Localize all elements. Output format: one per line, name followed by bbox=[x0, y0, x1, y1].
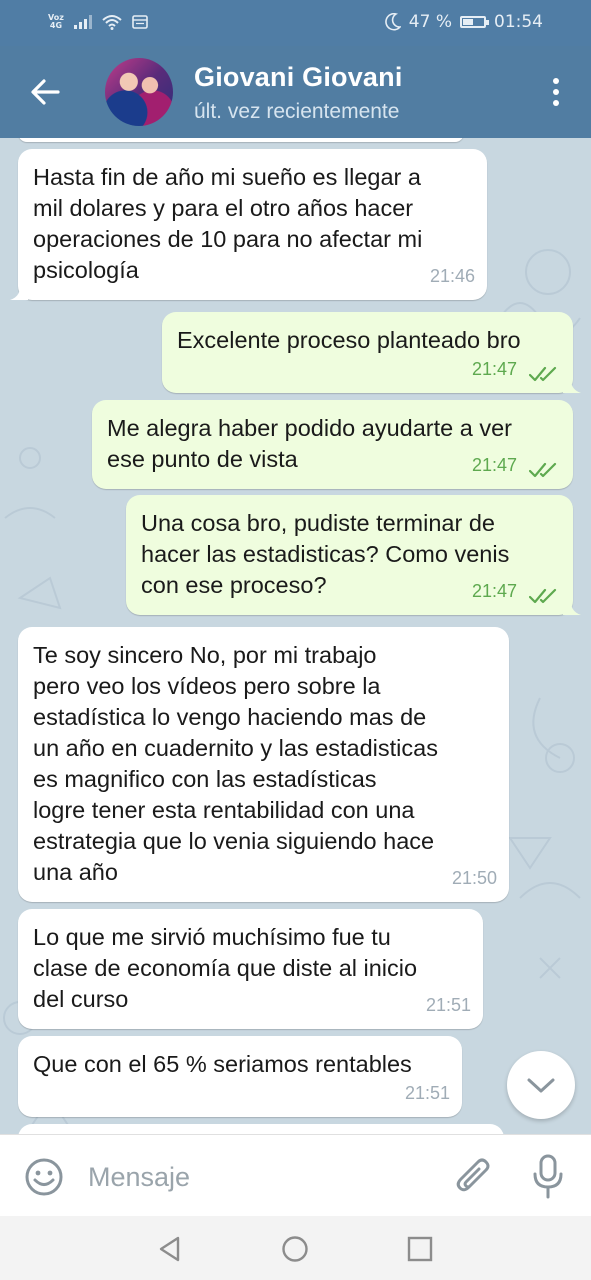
message-text: Excelente proceso planteado bro bbox=[177, 327, 521, 353]
chat-header: Giovani Giovani últ. vez recientemente bbox=[0, 46, 591, 138]
incoming-message[interactable]: Que con el 65 % seriamos rentables 21:51 bbox=[18, 1036, 462, 1117]
incoming-message[interactable]: Lo que me sirvió muchísimo fue tu clase … bbox=[18, 909, 483, 1029]
circle-home-icon[interactable] bbox=[280, 1234, 310, 1264]
incoming-message[interactable]: Te soy sincero No, por mi trabajo pero v… bbox=[18, 627, 509, 902]
message-bubble-clipped bbox=[18, 138, 464, 142]
message-list[interactable]: Hasta fin de año mi sueño es llegar a mi… bbox=[0, 138, 591, 1134]
back-arrow-icon[interactable] bbox=[28, 76, 64, 108]
system-navigation-bar bbox=[0, 1216, 591, 1280]
chevron-down-icon bbox=[527, 1078, 555, 1093]
message-input[interactable] bbox=[86, 1155, 430, 1199]
wifi-icon bbox=[102, 15, 122, 30]
message-time: 21:51 bbox=[404, 1083, 450, 1103]
message-time: 21:47 bbox=[471, 455, 517, 475]
square-recents-icon[interactable] bbox=[405, 1234, 435, 1264]
read-checkmarks-icon bbox=[529, 366, 557, 382]
status-bar: Voz 4G 47 % 01:54 bbox=[0, 0, 591, 46]
message-text: Lo que me sirvió muchísimo fue tu clase … bbox=[33, 924, 418, 1012]
message-time: 21:50 bbox=[451, 868, 497, 888]
smile-icon[interactable] bbox=[24, 1157, 64, 1197]
moon-icon bbox=[385, 13, 401, 31]
volte-indicator: Voz 4G bbox=[48, 13, 64, 30]
more-options-icon[interactable] bbox=[551, 78, 561, 108]
scroll-to-bottom-button[interactable] bbox=[507, 1051, 575, 1119]
outgoing-message[interactable]: Me alegra haber podido ayudarte a ver es… bbox=[92, 400, 573, 489]
triangle-back-icon[interactable] bbox=[155, 1234, 185, 1264]
microphone-icon[interactable] bbox=[530, 1153, 566, 1201]
message-bubble-clipped bbox=[18, 1124, 504, 1134]
message-time: 21:46 bbox=[429, 266, 475, 286]
read-checkmarks-icon bbox=[529, 588, 557, 604]
bubble-tail bbox=[10, 282, 28, 300]
contact-name[interactable]: Giovani Giovani bbox=[194, 62, 403, 93]
data-saver-icon bbox=[132, 15, 148, 29]
contact-avatar[interactable] bbox=[105, 58, 173, 126]
message-text: Hasta fin de año mi sueño es llegar a mi… bbox=[33, 164, 423, 283]
message-time: 21:51 bbox=[425, 995, 471, 1015]
battery-percent: 47 % bbox=[408, 12, 452, 32]
outgoing-message[interactable]: Excelente proceso planteado bro 21:47 bbox=[162, 312, 581, 393]
message-text: Que con el 65 % seriamos rentables bbox=[33, 1051, 412, 1077]
signal-icon bbox=[73, 15, 92, 29]
bubble-tail bbox=[563, 375, 581, 393]
message-time: 21:47 bbox=[471, 581, 517, 601]
message-text: Te soy sincero No, por mi trabajo pero v… bbox=[33, 642, 438, 885]
outgoing-message[interactable]: Una cosa bro, pudiste terminar de hacer … bbox=[126, 495, 581, 615]
message-composer bbox=[0, 1134, 591, 1217]
paperclip-icon[interactable] bbox=[454, 1155, 492, 1199]
message-time: 21:47 bbox=[471, 359, 517, 379]
bubble-tail bbox=[563, 597, 581, 615]
read-checkmarks-icon bbox=[529, 462, 557, 478]
battery-icon bbox=[460, 16, 489, 28]
clock: 01:54 bbox=[494, 12, 543, 32]
last-seen-status: últ. vez recientemente bbox=[194, 100, 400, 123]
incoming-message[interactable]: Hasta fin de año mi sueño es llegar a mi… bbox=[10, 149, 487, 300]
